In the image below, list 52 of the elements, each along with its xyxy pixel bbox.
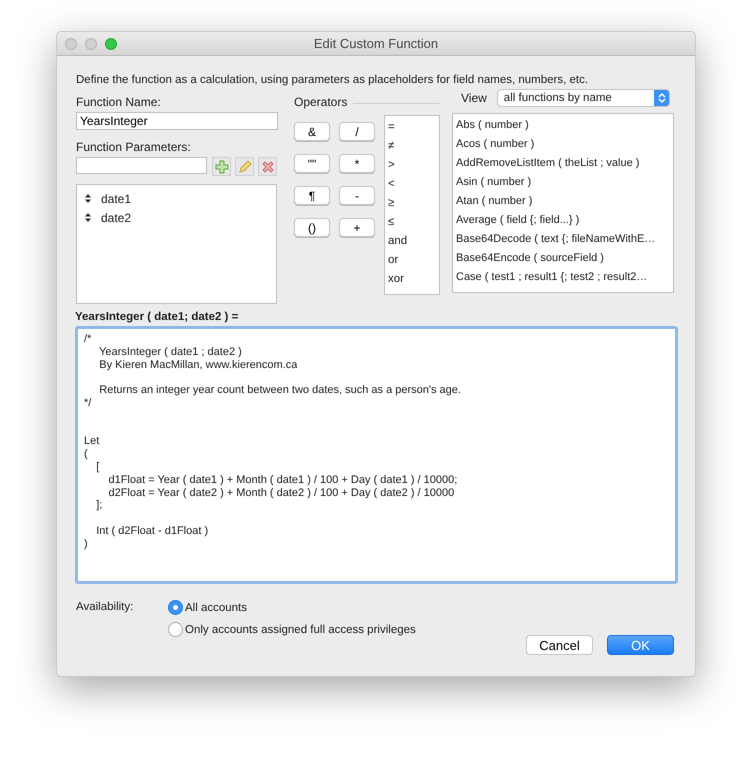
view-dropdown[interactable]: all functions by name [496,89,670,107]
availability-label: Availability: [76,600,134,615]
operator-button[interactable]: * [339,154,375,173]
parameter-input-field[interactable] [76,157,207,174]
zoom-button[interactable] [105,38,117,50]
function-item[interactable]: Base64Encode ( sourceField ) [456,249,673,268]
operator-item[interactable]: < [388,175,439,194]
operator-button[interactable]: ¶ [294,186,330,205]
operator-item[interactable]: ≥ [388,194,439,213]
operator-item[interactable]: > [388,156,439,175]
operator-item[interactable]: xor [388,270,439,289]
operator-item[interactable]: or [388,251,439,270]
operator-button[interactable]: () [294,218,330,237]
operator-item[interactable]: ≠ [388,137,439,156]
operator-item[interactable]: and [388,232,439,251]
function-item[interactable]: Average ( field {; field...} ) [456,211,673,230]
radio-option[interactable]: Only accounts assigned full access privileges [168,622,416,637]
stepper-icon [654,90,669,106]
minimize-button[interactable] [85,38,97,50]
name-input-field[interactable]: YearsInteger [76,112,278,130]
operator-button[interactable]: + [339,218,375,237]
code-editor-field[interactable]: /* YearsInteger ( date1 ; date2 ) By Kieren MacMillan, www.kierencom.ca Returns an integer year count between two dates, such as a person's age. */ Let ( [ d1Float = Year ( date1 ) + Month ( date1 ) / 100 + Day ( date1 ) / 10000; d2Float = Year ( date2 ) + Month ( date2 ) / 100 + Day ( date2 ) / 10000 ]; Int ( d2Float - d1Float ) ) [75,326,678,584]
function-item[interactable]: AddRemoveListItem ( theList ; value ) [456,154,673,173]
close-button[interactable] [65,38,77,50]
parameter-item[interactable]: date1 [101,192,132,206]
field-label: Function Name: [76,95,162,109]
cancel-button[interactable]: Cancel [526,635,593,655]
drag-handle-icon[interactable] [85,213,91,222]
function-item[interactable]: Abs ( number ) [456,116,673,135]
operator-item[interactable]: = [388,118,439,137]
view-label: View [461,91,487,105]
operator-button[interactable]: & [294,122,330,141]
delete-button[interactable] [258,157,277,176]
field-label: Function Parameters: [76,140,192,154]
radio-option[interactable]: All accounts [168,600,248,615]
operator-item[interactable]: ≤ [388,213,439,232]
function-item[interactable]: Case ( test1 ; result1 {; test2 ; result2… [456,268,673,287]
add-button[interactable] [212,157,231,176]
pencil-button[interactable] [235,157,254,176]
function-item[interactable]: Atan ( number ) [456,192,673,211]
function-item[interactable]: Asin ( number ) [456,173,673,192]
function-item[interactable]: Base64Decode ( text {; fileNameWithE… [456,230,673,249]
operator-button[interactable]: - [339,186,375,205]
drag-handle-icon[interactable] [85,194,91,203]
function-item[interactable]: Acos ( number ) [456,135,673,154]
operator-button[interactable]: "" [294,154,330,173]
formula-label: YearsInteger ( date1; date2 ) = [75,311,240,323]
operator-button[interactable]: / [339,122,375,141]
section-label: Operators [294,95,348,109]
window-title: Edit Custom Function [314,36,438,51]
description-text: Define the function as a calculation, using parameters as placeholders for field names, numbers, etc. [76,74,590,86]
parameter-item[interactable]: date2 [101,210,132,224]
